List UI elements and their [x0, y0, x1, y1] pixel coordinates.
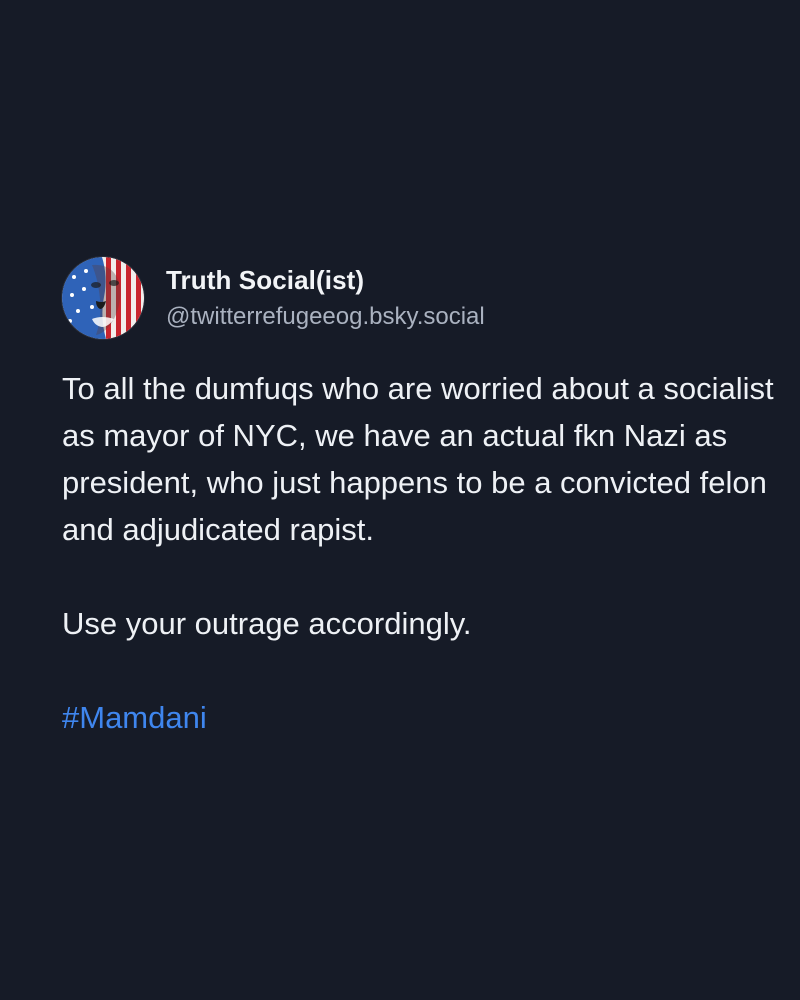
post-card: Truth Social(ist) @twitterrefugeeog.bsky…: [62, 253, 782, 741]
hashtag-link[interactable]: #Mamdani: [62, 694, 207, 741]
post-body: To all the dumfuqs who are worried about…: [62, 365, 782, 741]
author-handle[interactable]: @twitterrefugeeog.bsky.social: [166, 301, 485, 333]
avatar[interactable]: [62, 257, 144, 339]
post-paragraph: To all the dumfuqs who are worried about…: [62, 371, 774, 547]
post-paragraph: Use your outrage accordingly.: [62, 606, 472, 641]
author-names: Truth Social(ist) @twitterrefugeeog.bsky…: [166, 263, 485, 333]
american-flag-face-avatar-icon: [62, 257, 144, 339]
author-display-name[interactable]: Truth Social(ist): [166, 263, 485, 297]
post-header: Truth Social(ist) @twitterrefugeeog.bsky…: [62, 253, 782, 343]
